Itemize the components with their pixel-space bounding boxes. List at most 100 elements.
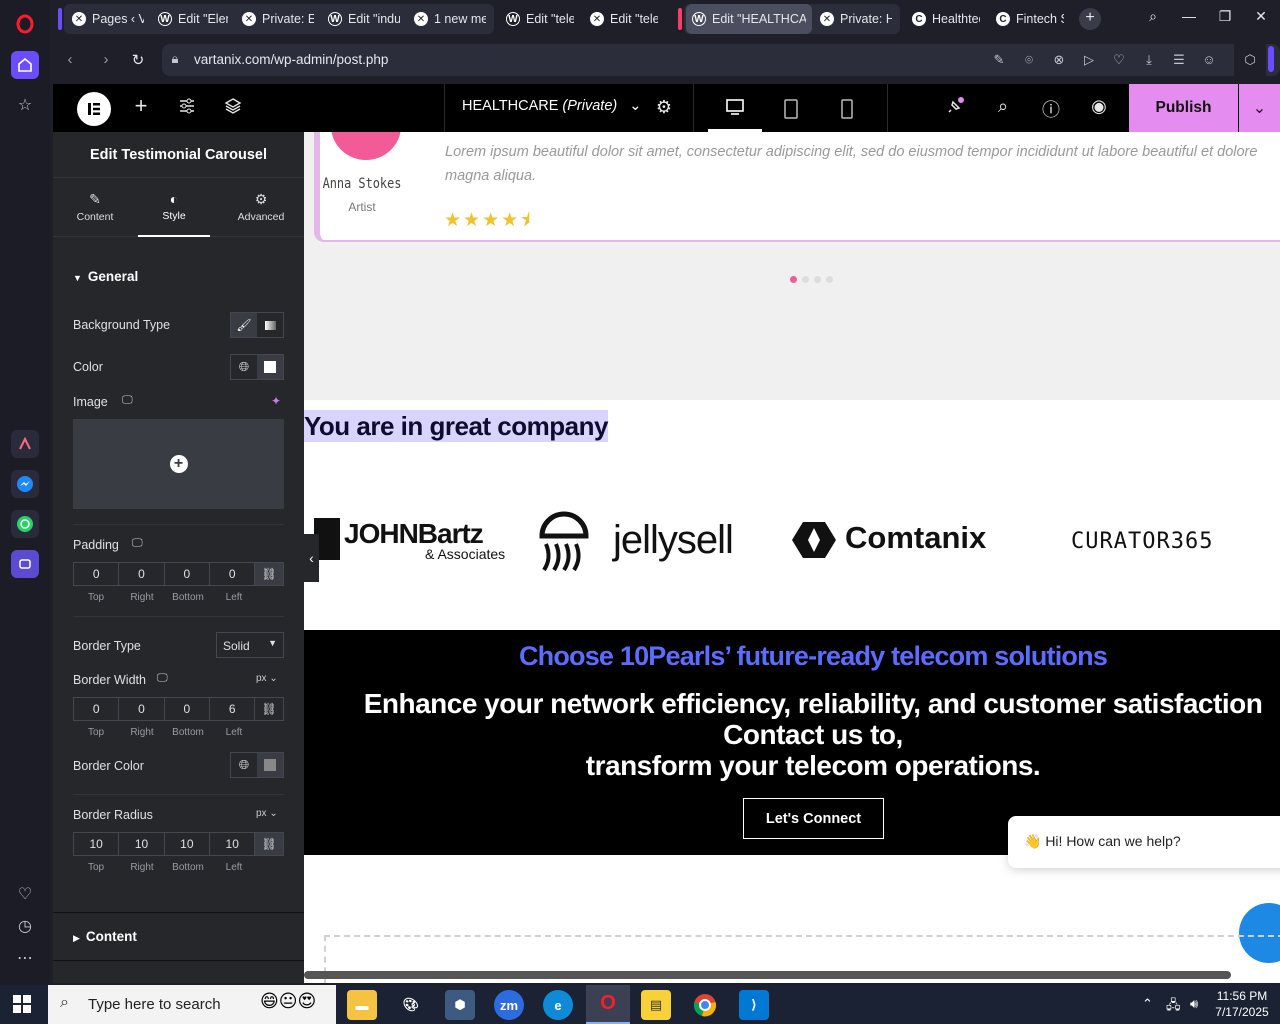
send-icon[interactable]: ▷ [1080, 52, 1098, 68]
pagination-dot[interactable] [826, 276, 833, 283]
tab-edit-healthcare[interactable]: W Edit "HEALTHCARE [686, 4, 812, 34]
add-element-icon[interactable]: + [131, 95, 151, 117]
clock[interactable]: 11:56 PM 7/17/2025 [1212, 988, 1272, 1020]
border-radius-right-input[interactable]: 10 [119, 833, 165, 855]
section-general-toggle[interactable]: ▼ General [73, 269, 138, 284]
tab-healthtech[interactable]: C Healthtech [906, 4, 986, 34]
border-radius-unit-select[interactable]: px ⌄ [256, 808, 278, 819]
border-width-right-input[interactable]: 0 [119, 698, 165, 720]
structure-layers-icon[interactable] [223, 97, 243, 120]
sticky-notes-icon[interactable]: ▤ [641, 990, 671, 1020]
tablet-view-button[interactable] [776, 98, 806, 120]
restore-button[interactable]: ❐ [1214, 8, 1236, 25]
url-text[interactable]: vartanix.com/wp-admin/post.php [194, 52, 388, 67]
file-explorer-icon[interactable]: ▬ [347, 990, 377, 1020]
border-color-swatch[interactable] [257, 753, 283, 777]
search-tabs-icon[interactable]: ⌕ [1142, 8, 1164, 25]
lets-connect-button[interactable]: Let's Connect [743, 798, 884, 839]
padding-top-input[interactable]: 0 [74, 563, 120, 585]
tab-fintech[interactable]: C Fintech So [990, 4, 1070, 34]
camera-icon[interactable]: ⌾ [1020, 52, 1038, 68]
reload-icon[interactable]: ↻ [128, 51, 148, 69]
responsive-desktop-icon[interactable]: 🖵︎ [122, 394, 133, 407]
finder-search-icon[interactable]: ⌕ [991, 96, 1015, 117]
network-icon[interactable]: 🖧︎ [1166, 996, 1181, 1018]
border-radius-top-input[interactable]: 10 [74, 833, 120, 855]
home-icon[interactable] [11, 51, 39, 79]
global-colors-icon[interactable]: 🌐︎ [231, 355, 257, 379]
publish-options-chevron-icon[interactable]: ⌄ [1239, 84, 1280, 132]
profile-icon[interactable]: ☺ [1200, 52, 1218, 67]
responsive-desktop-icon[interactable]: 🖵︎ [157, 672, 168, 685]
forward-icon[interactable]: › [96, 51, 116, 68]
show-hidden-icons-chevron[interactable]: ⌃ [1142, 996, 1153, 1012]
opera-taskbar-icon[interactable]: O [586, 985, 630, 1024]
help-icon[interactable]: ⓘ [1039, 96, 1063, 122]
page-settings-gear-icon[interactable]: ⚙ [653, 97, 675, 118]
border-width-left-input[interactable]: 6 [210, 698, 256, 720]
address-bar[interactable]: 🔒︎ vartanix.com/wp-admin/post.php ✎ ⌾ ⊗ … [162, 44, 1280, 76]
pagination-dot-active[interactable] [790, 276, 797, 283]
elementor-logo-icon[interactable] [77, 92, 111, 126]
horizontal-scrollbar[interactable] [304, 971, 1231, 979]
desktop-view-button[interactable] [708, 84, 762, 132]
border-radius-left-input[interactable]: 10 [210, 833, 256, 855]
publish-button[interactable]: Publish [1129, 84, 1238, 132]
padding-left-input[interactable]: 0 [210, 563, 256, 585]
responsive-desktop-icon[interactable]: 🖵︎ [132, 537, 143, 550]
site-settings-icon[interactable] [177, 97, 197, 120]
chat-welcome-bubble[interactable]: 👋 Hi! How can we help? [1008, 816, 1280, 868]
aria-icon[interactable] [11, 430, 39, 458]
new-tab-button[interactable]: + [1079, 8, 1101, 30]
image-upload-dropzone[interactable]: + [73, 419, 284, 509]
tab-private-el[interactable]: ✕ Private: El [236, 4, 320, 34]
history-clock-icon[interactable]: ◷ [11, 912, 39, 940]
border-type-select[interactable]: Solid ▼ [216, 632, 284, 658]
section-content-toggle[interactable]: ▶ Content [73, 929, 137, 944]
windows-start-icon[interactable] [13, 995, 31, 1018]
ai-sparkle-icon[interactable]: ✦ [271, 394, 281, 408]
tab-edit-telec[interactable]: W Edit "telec [500, 4, 580, 34]
gradient-icon[interactable] [257, 313, 283, 337]
download-icon[interactable]: ⤓ [1140, 52, 1158, 68]
opera-logo-icon[interactable] [11, 10, 39, 38]
heart-icon[interactable]: ♡ [1110, 52, 1128, 68]
border-radius-bottom-input[interactable]: 10 [165, 833, 211, 855]
global-colors-icon[interactable]: 🌐︎ [231, 753, 257, 777]
tab-edit-elem[interactable]: W Edit "Elem [152, 4, 234, 34]
border-width-top-input[interactable]: 0 [74, 698, 120, 720]
brush-classic-icon[interactable]: 🖌︎ [231, 313, 257, 337]
padding-bottom-input[interactable]: 0 [165, 563, 211, 585]
tab-edit-indu[interactable]: W Edit "indu [322, 4, 406, 34]
zoom-app-icon[interactable]: zm [494, 990, 524, 1020]
tab-content[interactable]: ✎ Content [53, 179, 137, 237]
vscode-icon[interactable]: ⟩ [739, 990, 769, 1020]
tab-advanced[interactable]: ⚙ Advanced [218, 179, 304, 237]
panel-collapse-toggle[interactable]: ‹ [304, 534, 319, 582]
paint-app-icon[interactable]: 🎨︎ [396, 990, 426, 1020]
back-icon[interactable]: ‹ [60, 51, 80, 68]
pagination-dot[interactable] [814, 276, 821, 283]
messenger-icon[interactable] [11, 470, 39, 498]
volume-icon[interactable]: 🔊︎ [1190, 996, 1198, 1012]
tab-edit-telec-2[interactable]: ✕ Edit "telec [584, 4, 664, 34]
tab-new-message[interactable]: ✕ 1 new mes [408, 4, 492, 34]
easy-setup-icon[interactable]: ☰ [1170, 52, 1188, 68]
pagination-dot[interactable] [802, 276, 809, 283]
music-player-icon[interactable] [11, 550, 39, 578]
border-width-bottom-input[interactable]: 0 [165, 698, 211, 720]
link-values-icon[interactable]: ⛓︎ [255, 698, 283, 720]
whatsapp-icon[interactable] [11, 510, 39, 538]
hexagon-app-icon[interactable]: ⬢ [445, 990, 475, 1020]
extensions-cube-icon[interactable]: ⬡ [1234, 44, 1266, 76]
color-swatch[interactable] [257, 355, 283, 379]
edge-browser-icon[interactable]: e [543, 990, 573, 1020]
edit-icon[interactable]: ✎ [990, 52, 1008, 68]
close-window-button[interactable]: ✕ [1250, 8, 1272, 25]
block-icon[interactable]: ⊗ [1050, 52, 1068, 68]
border-width-unit-select[interactable]: px ⌄ [256, 673, 278, 684]
star-bookmark-icon[interactable]: ☆ [11, 91, 39, 119]
preview-eye-icon[interactable]: ◉ [1087, 96, 1111, 117]
link-values-icon[interactable]: ⛓︎ [255, 563, 283, 585]
mobile-view-button[interactable] [832, 98, 862, 120]
